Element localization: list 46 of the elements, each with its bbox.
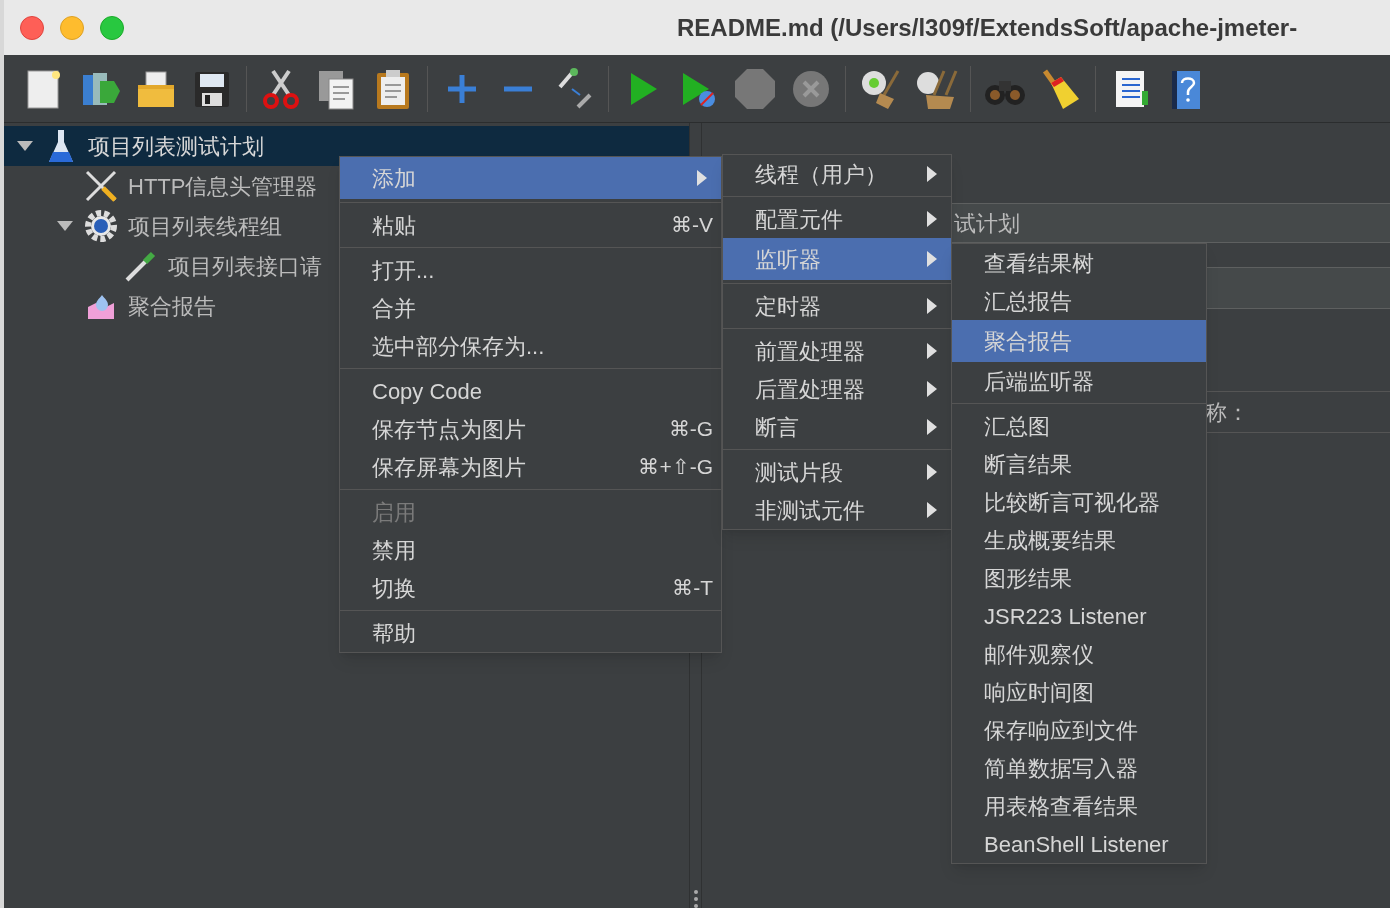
menu-item[interactable]: 打开... bbox=[340, 251, 721, 289]
menu-item[interactable]: JSR223 Listener bbox=[952, 597, 1206, 635]
menu-item[interactable]: 合并 bbox=[340, 289, 721, 327]
menu-item[interactable]: 切换 ⌘-T bbox=[340, 569, 721, 607]
tree-item[interactable]: 项目列表接口请 bbox=[168, 249, 322, 283]
menu-item[interactable]: 生成概要结果 bbox=[952, 521, 1206, 559]
window-title: README.md (/Users/l309f/ExtendsSoft/apache-jmeter- bbox=[677, 12, 1298, 43]
menu-item[interactable]: 聚合报告 bbox=[952, 320, 1206, 362]
close-button[interactable] bbox=[20, 15, 44, 40]
menu-item[interactable]: 响应时间图 bbox=[952, 673, 1206, 711]
menu-item[interactable]: 保存节点为图片 ⌘-G bbox=[340, 410, 721, 448]
tree-item[interactable]: 聚合报告 bbox=[128, 289, 216, 323]
menu-item[interactable]: 查看结果树 bbox=[952, 244, 1206, 282]
menu-item[interactable]: 非测试元件 bbox=[723, 491, 951, 529]
menu-item[interactable]: 线程（用户） bbox=[723, 155, 951, 193]
expanded-arrow-icon[interactable] bbox=[57, 220, 73, 232]
menu-item[interactable]: 汇总报告 bbox=[952, 282, 1206, 320]
menu-item[interactable]: 邮件观察仪 bbox=[952, 635, 1206, 673]
menu-item[interactable]: 禁用 bbox=[340, 531, 721, 569]
menu-item[interactable]: 前置处理器 bbox=[723, 332, 951, 370]
menu-item[interactable]: 选中部分保存为... bbox=[340, 327, 721, 365]
menu-item[interactable]: 图形结果 bbox=[952, 559, 1206, 597]
splitter-handle-icon[interactable] bbox=[693, 888, 699, 908]
flask-icon bbox=[47, 128, 75, 164]
menu-item[interactable]: 保存屏幕为图片 ⌘+⇧-G bbox=[340, 448, 721, 486]
menu-item[interactable]: Copy Code bbox=[340, 372, 721, 410]
tools-icon bbox=[83, 168, 119, 204]
menu-item[interactable]: 后端监听器 bbox=[952, 362, 1206, 400]
expanded-arrow-icon[interactable] bbox=[17, 140, 33, 152]
field-label: 称： bbox=[1205, 398, 1249, 427]
menu-item[interactable]: 简单数据写入器 bbox=[952, 749, 1206, 787]
menu-item[interactable]: 断言 bbox=[723, 408, 951, 446]
menu-item[interactable]: 断言结果 bbox=[952, 445, 1206, 483]
menu-item[interactable]: 用表格查看结果 bbox=[952, 787, 1206, 825]
menu-item[interactable]: 定时器 bbox=[723, 287, 951, 325]
menu-item[interactable]: 后置处理器 bbox=[723, 370, 951, 408]
menu-item[interactable]: 配置元件 bbox=[723, 200, 951, 238]
menu-item[interactable]: 比较断言可视化器 bbox=[952, 483, 1206, 521]
menu-item[interactable]: 测试片段 bbox=[723, 453, 951, 491]
tree-item[interactable]: 项目列表线程组 bbox=[128, 209, 282, 243]
menu-item[interactable]: BeanShell Listener bbox=[952, 825, 1206, 863]
gear-icon bbox=[83, 208, 119, 244]
tree-item[interactable]: HTTP信息头管理器 bbox=[128, 169, 318, 203]
menu-item[interactable]: 保存响应到文件 bbox=[952, 711, 1206, 749]
menu-item[interactable]: 帮助 bbox=[340, 614, 721, 652]
menu-item[interactable]: 汇总图 bbox=[952, 407, 1206, 445]
